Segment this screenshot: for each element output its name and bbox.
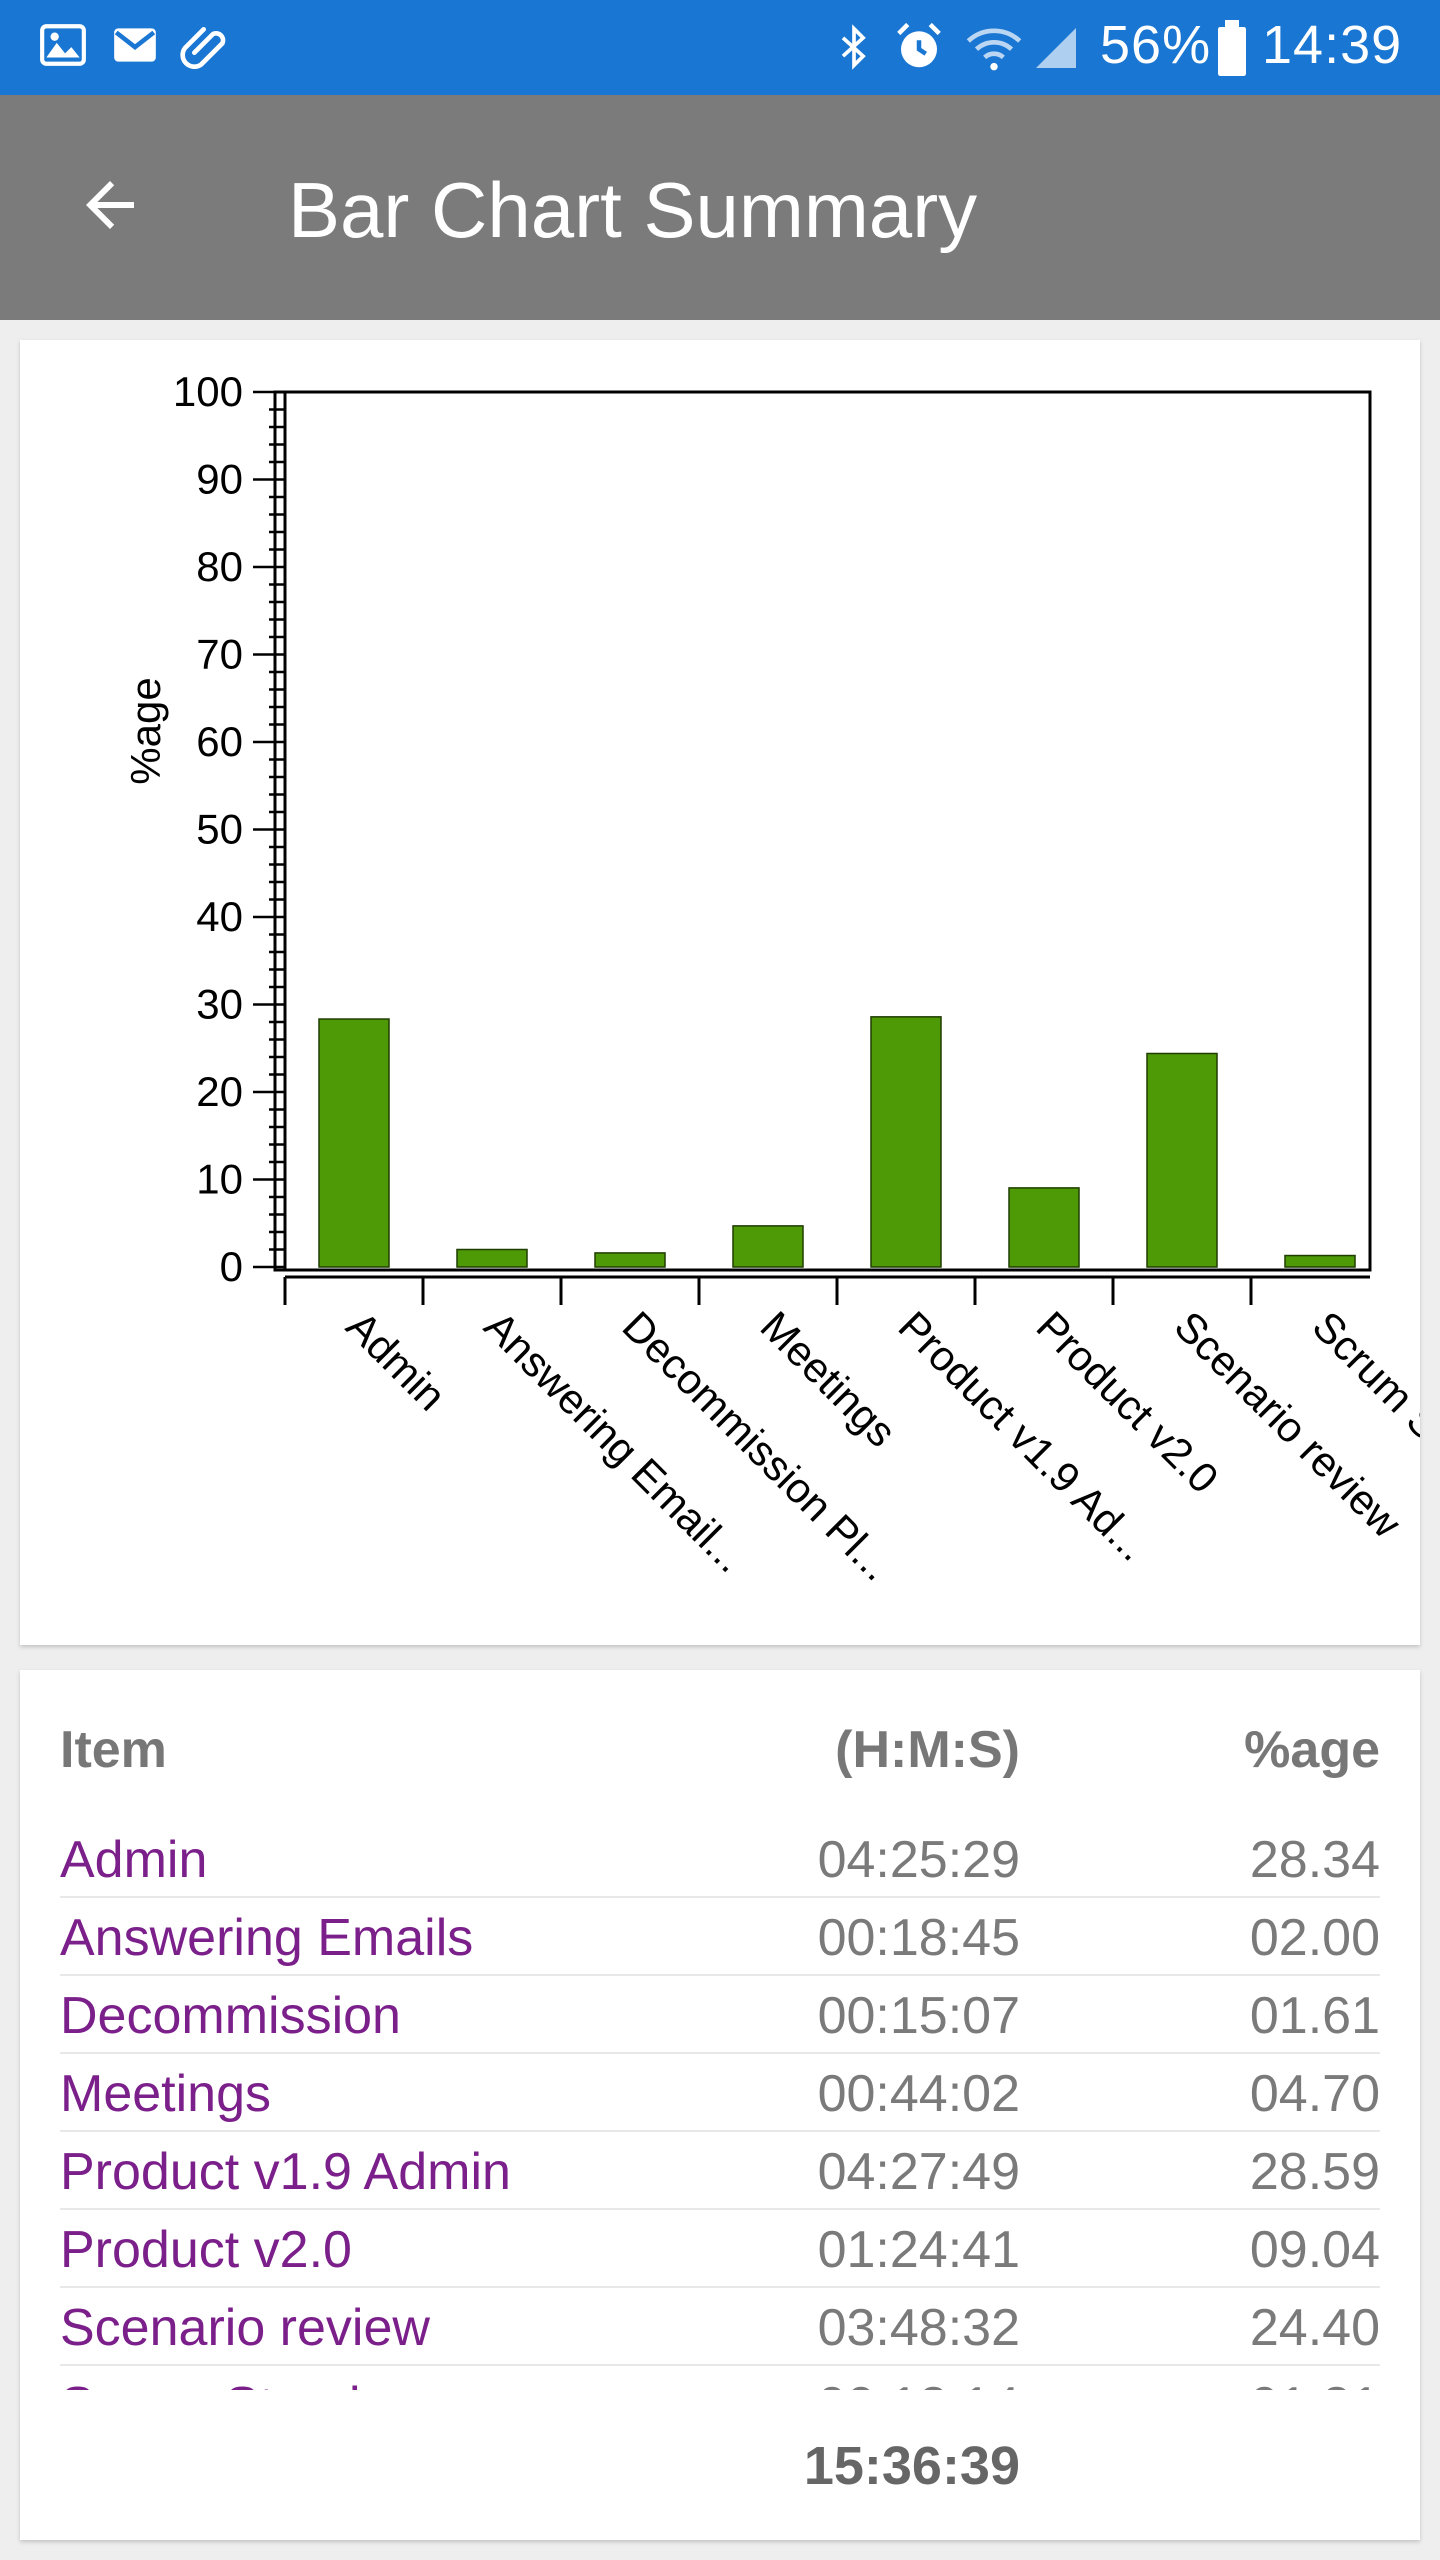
table-row[interactable]: Answering Emails 00:18:45 02.00	[60, 1898, 1380, 1976]
row-item: Product v1.9 Admin	[60, 2143, 511, 2201]
row-time: 00:18:45	[817, 1909, 1020, 1967]
row-time: 04:25:29	[817, 1831, 1020, 1889]
table-row[interactable]: Admin 04:25:29 28.34	[60, 1820, 1380, 1898]
bar	[870, 1016, 942, 1268]
table-header: Item (H:M:S) %age	[60, 1720, 1380, 1800]
alarm-icon	[897, 22, 941, 68]
battery-icon	[1218, 20, 1246, 76]
back-button[interactable]	[60, 155, 160, 255]
row-percent: 01.31	[1250, 2376, 1380, 2390]
table-row[interactable]: Meetings 00:44:02 04.70	[60, 2054, 1380, 2132]
wifi-icon	[966, 28, 1022, 71]
row-item: Scenario review	[60, 2299, 430, 2357]
row-time: 04:27:49	[817, 2143, 1020, 2201]
header-item: Item	[60, 1721, 167, 1779]
bar	[1146, 1052, 1218, 1268]
y-tick-label: 70	[196, 631, 243, 678]
row-time: 01:24:41	[817, 2221, 1020, 2279]
row-item: Answering Emails	[60, 1909, 474, 1967]
x-tick-label: Product v1.9 Ad...	[890, 1302, 1158, 1570]
y-tick-label: 30	[196, 981, 243, 1028]
header-percent: %age	[1244, 1721, 1380, 1779]
x-tick-label: Decommission Pl...	[614, 1302, 901, 1589]
row-item: Decommission	[60, 1987, 401, 2045]
row-item: Product v2.0	[60, 2221, 352, 2279]
y-tick-label: 80	[196, 543, 243, 590]
attachment-icon	[180, 27, 226, 69]
y-tick-label: 50	[196, 806, 243, 853]
app-toolbar: Bar Chart Summary	[0, 95, 1440, 320]
row-percent: 09.04	[1249, 2221, 1380, 2279]
table-row[interactable]: Scrum Standups 00:12:14 01.31	[60, 2366, 1380, 2390]
row-time: 00:12:14	[818, 2376, 1020, 2390]
summary-table-card: Item (H:M:S) %age Admin 04:25:29 28.34 A…	[20, 1670, 1420, 2540]
table-rows[interactable]: Admin 04:25:29 28.34 Answering Emails 00…	[60, 1820, 1380, 2390]
header-time: (H:M:S)	[835, 1721, 1020, 1779]
y-tick-label: 0	[220, 1243, 243, 1290]
table-row[interactable]: Decommission 00:15:07 01.61	[60, 1976, 1380, 2054]
image-icon	[40, 24, 86, 66]
battery-percent: 56%	[1100, 15, 1212, 75]
row-time: 00:44:02	[817, 2065, 1020, 2123]
bluetooth-icon	[841, 24, 866, 70]
row-item: Scrum Standups	[60, 2376, 444, 2390]
table-row[interactable]: Product v1.9 Admin 04:27:49 28.59	[60, 2132, 1380, 2210]
arrow-back-icon	[86, 181, 134, 229]
row-item: Meetings	[60, 2065, 271, 2123]
y-axis-label: %age	[122, 677, 169, 784]
row-percent: 28.34	[1249, 1831, 1380, 1889]
x-tick-label: Admin	[338, 1302, 455, 1419]
y-tick-label: 90	[196, 456, 243, 503]
y-tick-label: 20	[196, 1068, 243, 1115]
row-percent: 02.00	[1249, 1909, 1380, 1967]
y-tick-label: 100	[173, 368, 243, 415]
row-time: 00:15:07	[817, 1987, 1020, 2045]
bar-chart: 0 10 20 30 40 50 60 70 80 90 100 %age Admin Answering…	[122, 368, 1440, 1590]
row-percent: 28.59	[1249, 2143, 1380, 2201]
x-tick-label: Answering Email...	[476, 1302, 755, 1581]
row-item: Admin	[60, 1831, 208, 1889]
y-tick-label: 10	[196, 1156, 243, 1203]
table-row[interactable]: Product v2.0 01:24:41 09.04	[60, 2210, 1380, 2288]
y-tick-label: 40	[196, 893, 243, 940]
total-time: 15:36:39	[803, 2436, 1020, 2496]
bar	[594, 1252, 666, 1268]
row-percent: 04.70	[1249, 2065, 1380, 2123]
status-time: 14:39	[1262, 15, 1403, 75]
bar	[1284, 1254, 1356, 1268]
row-percent: 24.40	[1249, 2299, 1380, 2357]
gmail-icon	[114, 28, 156, 62]
y-tick-label: 60	[196, 718, 243, 765]
page-title: Bar Chart Summary	[288, 166, 978, 254]
chart-card: 0 10 20 30 40 50 60 70 80 90 100 %age Admin Answering…	[20, 340, 1440, 1645]
bar	[318, 1018, 390, 1268]
status-bar: 56% 14:39	[0, 0, 1440, 95]
table-row[interactable]: Scenario review 03:48:32 24.40	[60, 2288, 1380, 2366]
bar	[1008, 1187, 1080, 1268]
bar	[456, 1248, 528, 1268]
row-time: 03:48:32	[817, 2299, 1020, 2357]
signal-icon	[1036, 28, 1076, 68]
bar	[732, 1225, 804, 1268]
row-percent: 01.61	[1249, 1987, 1380, 2045]
